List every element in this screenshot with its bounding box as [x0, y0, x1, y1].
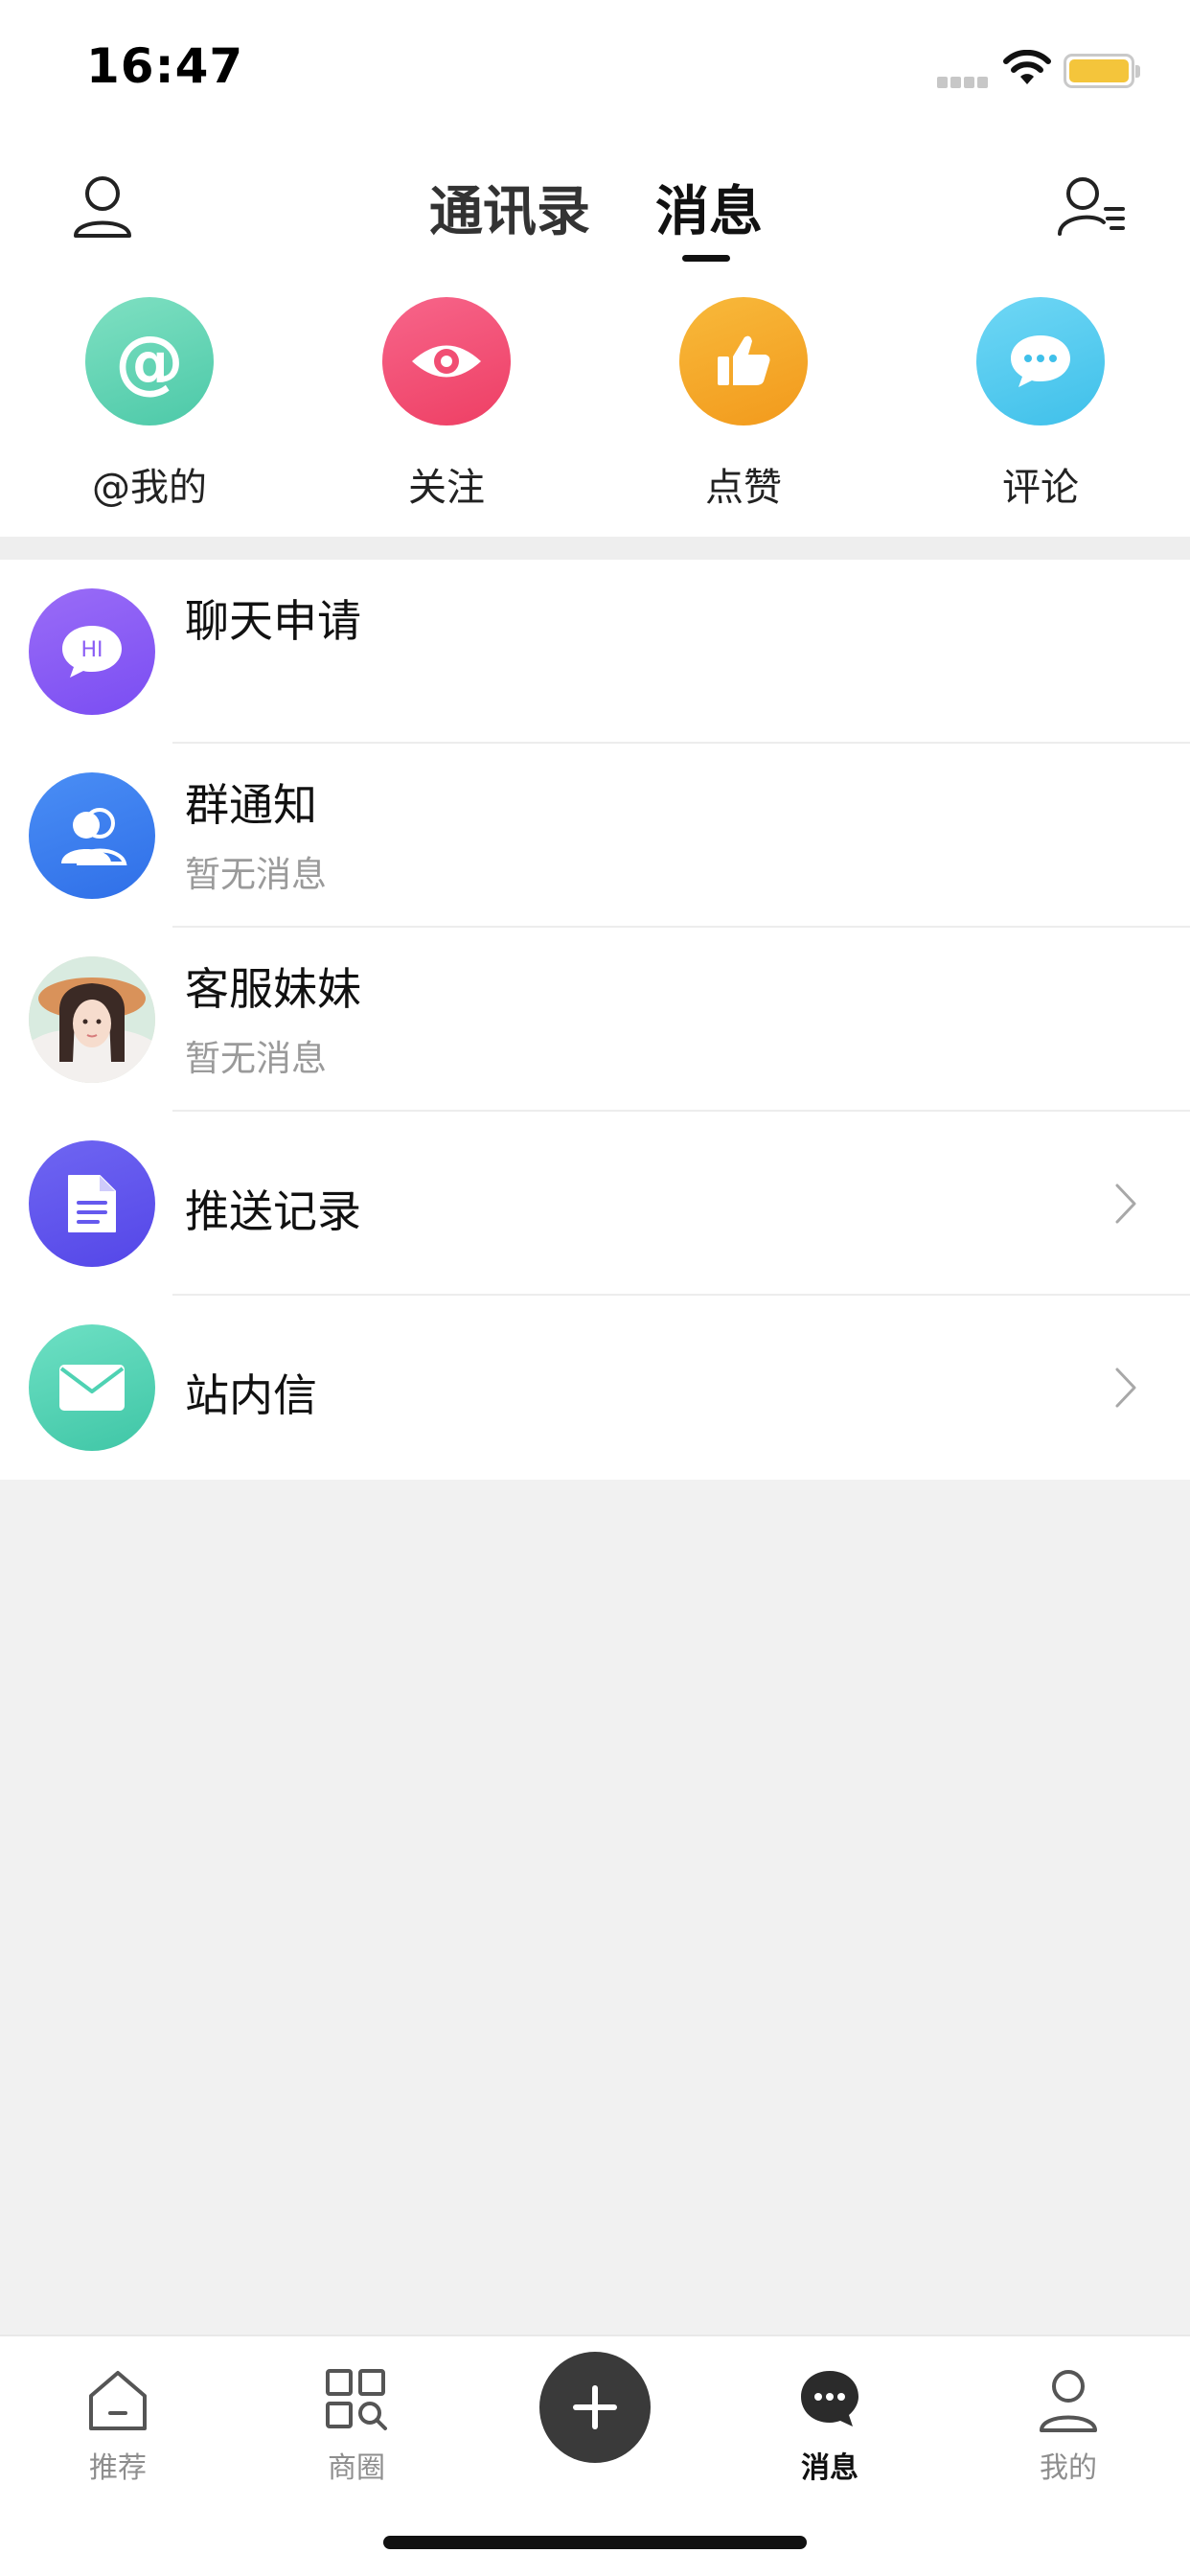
tab-recommend[interactable]: 推荐: [46, 2363, 190, 2486]
svg-text:HI: HI: [80, 638, 103, 662]
tab-messages-bottom[interactable]: 消息: [758, 2363, 902, 2486]
quick-action-follow[interactable]: 关注: [351, 297, 542, 512]
tab-label: 商圈: [328, 2451, 385, 2485]
tab-label: 我的: [1040, 2451, 1097, 2485]
chevron-right-icon: [1115, 1368, 1136, 1408]
list-item-title: 群通知: [185, 779, 317, 831]
tab-label: 消息: [801, 2451, 858, 2485]
list-item-title: 客服妹妹: [185, 963, 361, 1015]
create-button[interactable]: [539, 2352, 651, 2463]
chat-dots-icon: [801, 2371, 858, 2426]
signal-icon: [937, 77, 991, 88]
contact-list-icon[interactable]: [1052, 169, 1129, 245]
group-icon: [29, 772, 155, 899]
list-item-inbox[interactable]: 站内信: [0, 1296, 1190, 1480]
home-indicator: [383, 2536, 807, 2549]
list-item-group-notice[interactable]: 群通知 暂无消息: [0, 744, 1190, 928]
quick-action-label: 关注: [408, 466, 485, 510]
hi-bubble-icon: HI: [29, 588, 155, 715]
list-item-subtitle: 暂无消息: [185, 1038, 327, 1079]
screen: 16:47 通讯录 消息 @ @我的 关注 点赞 评论 HI 聊天申请 群通知 …: [0, 0, 1190, 2576]
tab-business-circle[interactable]: 商圈: [285, 2363, 428, 2486]
list-item-title: 站内信: [185, 1369, 317, 1421]
tab-contacts[interactable]: 通讯录: [429, 169, 590, 246]
list-item-chat-requests[interactable]: HI 聊天申请: [0, 560, 1190, 744]
tab-mine[interactable]: 我的: [996, 2363, 1140, 2486]
support-avatar: [29, 956, 155, 1083]
wifi-icon: [1003, 50, 1051, 84]
quick-action-label: @我的: [92, 466, 207, 510]
quick-action-comments[interactable]: 评论: [945, 297, 1136, 512]
thumbs-up-icon: [679, 297, 808, 426]
home-icon: [89, 2371, 147, 2430]
quick-action-label: 评论: [1002, 466, 1079, 510]
quick-action-likes[interactable]: 点赞: [648, 297, 839, 512]
quick-action-mentions[interactable]: @ @我的: [54, 297, 245, 512]
tab-label: 推荐: [89, 2451, 147, 2485]
tab-messages[interactable]: 消息: [655, 169, 763, 246]
list-item-title: 聊天申请: [185, 595, 361, 647]
message-list: HI 聊天申请 群通知 暂无消息 客服妹妹 暂无消息 推送记录 站内信: [0, 560, 1190, 1480]
quick-actions: @ @我的 关注 点赞 评论: [0, 278, 1190, 537]
list-item-subtitle: 暂无消息: [185, 854, 327, 895]
list-item-customer-service[interactable]: 客服妹妹 暂无消息: [0, 928, 1190, 1112]
battery-icon: [1064, 54, 1140, 88]
active-tab-indicator: [682, 255, 730, 262]
envelope-icon: [29, 1324, 155, 1451]
comment-icon: [976, 297, 1105, 426]
status-time: 16:47: [86, 38, 244, 94]
status-bar: 16:47: [0, 0, 1190, 134]
quick-action-label: 点赞: [705, 466, 782, 510]
plus-icon: [573, 2385, 617, 2429]
eye-icon: [382, 297, 511, 426]
list-item-push-history[interactable]: 推送记录: [0, 1112, 1190, 1296]
top-nav: 通讯录 消息: [0, 134, 1190, 278]
section-divider: [0, 537, 1190, 560]
at-icon: @: [85, 297, 214, 426]
user-icon: [1040, 2370, 1097, 2432]
chevron-right-icon: [1115, 1184, 1136, 1224]
document-icon: [29, 1140, 155, 1267]
profile-icon[interactable]: [64, 169, 141, 245]
list-item-title: 推送记录: [185, 1185, 361, 1237]
grid-search-icon: [326, 2369, 387, 2430]
